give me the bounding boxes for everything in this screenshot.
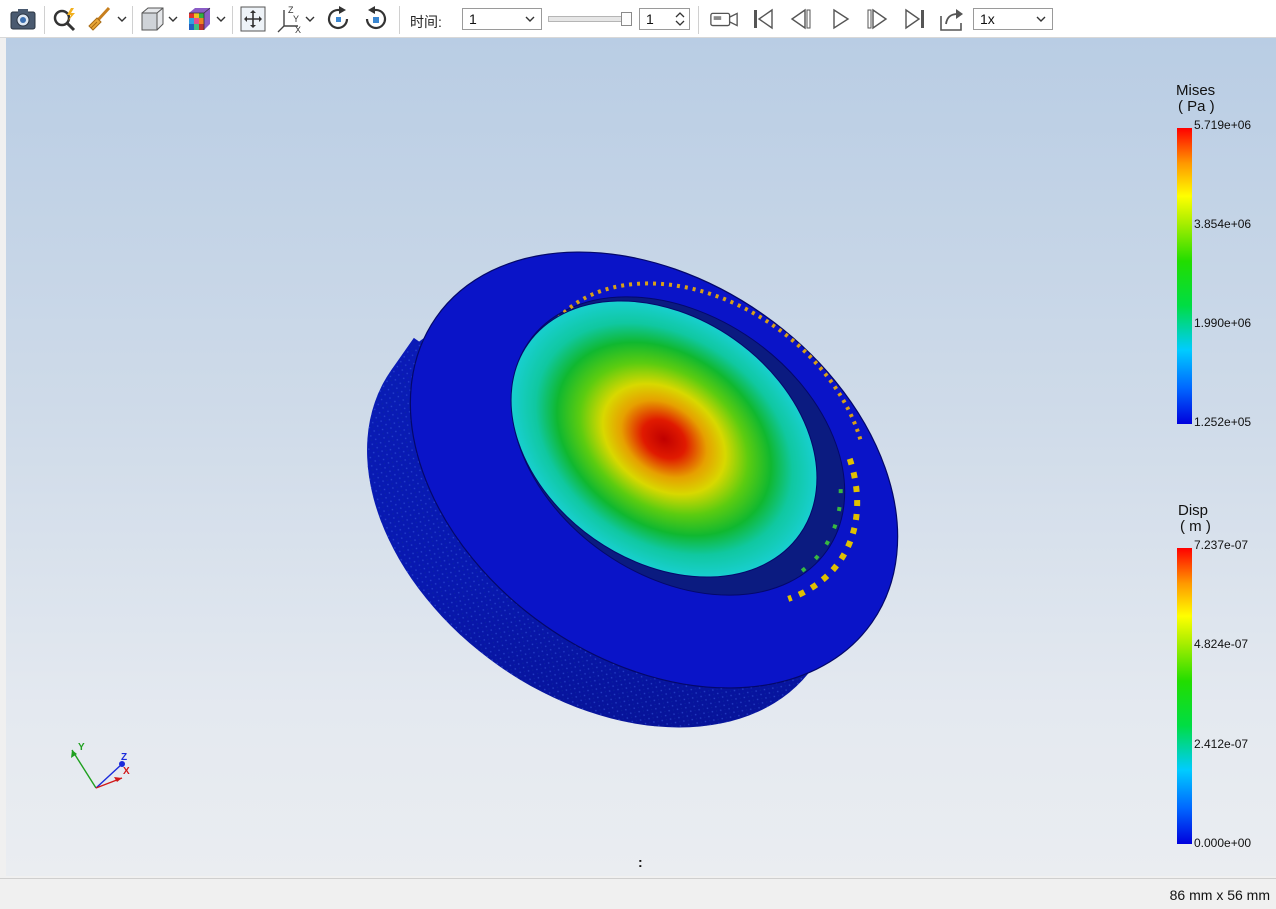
step-back-icon[interactable]	[786, 4, 816, 34]
toolbar-separator	[399, 6, 400, 34]
mises-legend-title: Mises	[1176, 82, 1216, 99]
toolbar-separator	[132, 6, 133, 34]
svg-text:Y: Y	[293, 14, 299, 24]
disp-tick-3: 2.412e-07	[1194, 737, 1249, 751]
fit-view-icon[interactable]	[238, 4, 268, 34]
model-size-readout: 86 mm x 56 mm	[1169, 887, 1270, 903]
mises-tick-2: 3.854e+06	[1194, 217, 1252, 231]
speed-select[interactable]: 1x	[973, 8, 1053, 30]
slider-track	[548, 16, 632, 22]
toolbar-separator	[698, 6, 699, 34]
frame-spinbox-value: 1	[646, 11, 654, 27]
disp-legend-title: Disp	[1178, 502, 1209, 519]
spin-arrows-icon[interactable]	[675, 11, 685, 27]
time-select[interactable]: 1	[462, 8, 542, 30]
toolbar-separator	[44, 6, 45, 34]
toolbar-separator	[232, 6, 233, 34]
disp-colorbar	[1177, 548, 1192, 844]
time-label: 时间:	[410, 14, 442, 30]
disp-legend-unit: ( m )	[1180, 518, 1211, 535]
axis-triad: Y Z X	[71, 742, 130, 789]
export-icon[interactable]	[937, 4, 967, 34]
color-grid-icon[interactable]	[184, 4, 214, 34]
status-bar: 86 mm x 56 mm	[0, 878, 1276, 909]
last-frame-icon[interactable]	[900, 4, 930, 34]
chevron-down-icon[interactable]	[117, 15, 127, 23]
axes-icon[interactable]: ZYX	[276, 4, 306, 34]
frame-spinbox[interactable]: 1	[639, 8, 690, 30]
triad-z-label: Z	[121, 752, 127, 763]
rotate-cw-icon[interactable]	[323, 4, 353, 34]
frame-slider[interactable]	[548, 12, 632, 26]
model-render[interactable]: Y Z X	[6, 38, 1276, 876]
toolbar: ZYX 时间: 1 1 1x	[0, 0, 1276, 38]
mises-tick-min: 1.252e+05	[1194, 415, 1252, 429]
speed-select-value: 1x	[980, 11, 995, 27]
slider-handle[interactable]	[621, 12, 632, 26]
disp-tick-2: 4.824e-07	[1194, 637, 1249, 651]
step-forward-icon[interactable]	[862, 4, 892, 34]
3d-viewport[interactable]: Y Z X Mises ( Pa ) 5.719e+06 3.854e+06 1…	[6, 38, 1276, 876]
broom-icon[interactable]	[84, 4, 114, 34]
viewport-center-mark: :	[638, 854, 643, 870]
disp-tick-min: 0.000e+00	[1194, 836, 1252, 850]
chevron-down-icon[interactable]	[168, 15, 178, 23]
mises-tick-max: 5.719e+06	[1194, 118, 1252, 132]
mises-legend-unit: ( Pa )	[1178, 98, 1215, 115]
disp-tick-max: 7.237e-07	[1194, 538, 1249, 552]
chevron-down-icon	[525, 16, 535, 22]
chevron-down-icon	[1036, 16, 1046, 22]
triad-x-label: X	[123, 766, 130, 777]
rotate-ccw-icon[interactable]	[361, 4, 391, 34]
first-frame-icon[interactable]	[748, 4, 778, 34]
camera-record-icon[interactable]	[709, 4, 739, 34]
mises-tick-3: 1.990e+06	[1194, 316, 1252, 330]
play-icon[interactable]	[825, 4, 855, 34]
camera-icon[interactable]	[8, 4, 38, 34]
triad-y-label: Y	[78, 742, 85, 753]
probe-icon[interactable]	[50, 4, 80, 34]
view-cube-icon[interactable]	[137, 4, 167, 34]
chevron-down-icon[interactable]	[305, 15, 315, 23]
svg-text:X: X	[295, 25, 301, 34]
mises-colorbar	[1177, 128, 1192, 424]
time-select-value: 1	[469, 11, 477, 27]
chevron-down-icon[interactable]	[216, 15, 226, 23]
